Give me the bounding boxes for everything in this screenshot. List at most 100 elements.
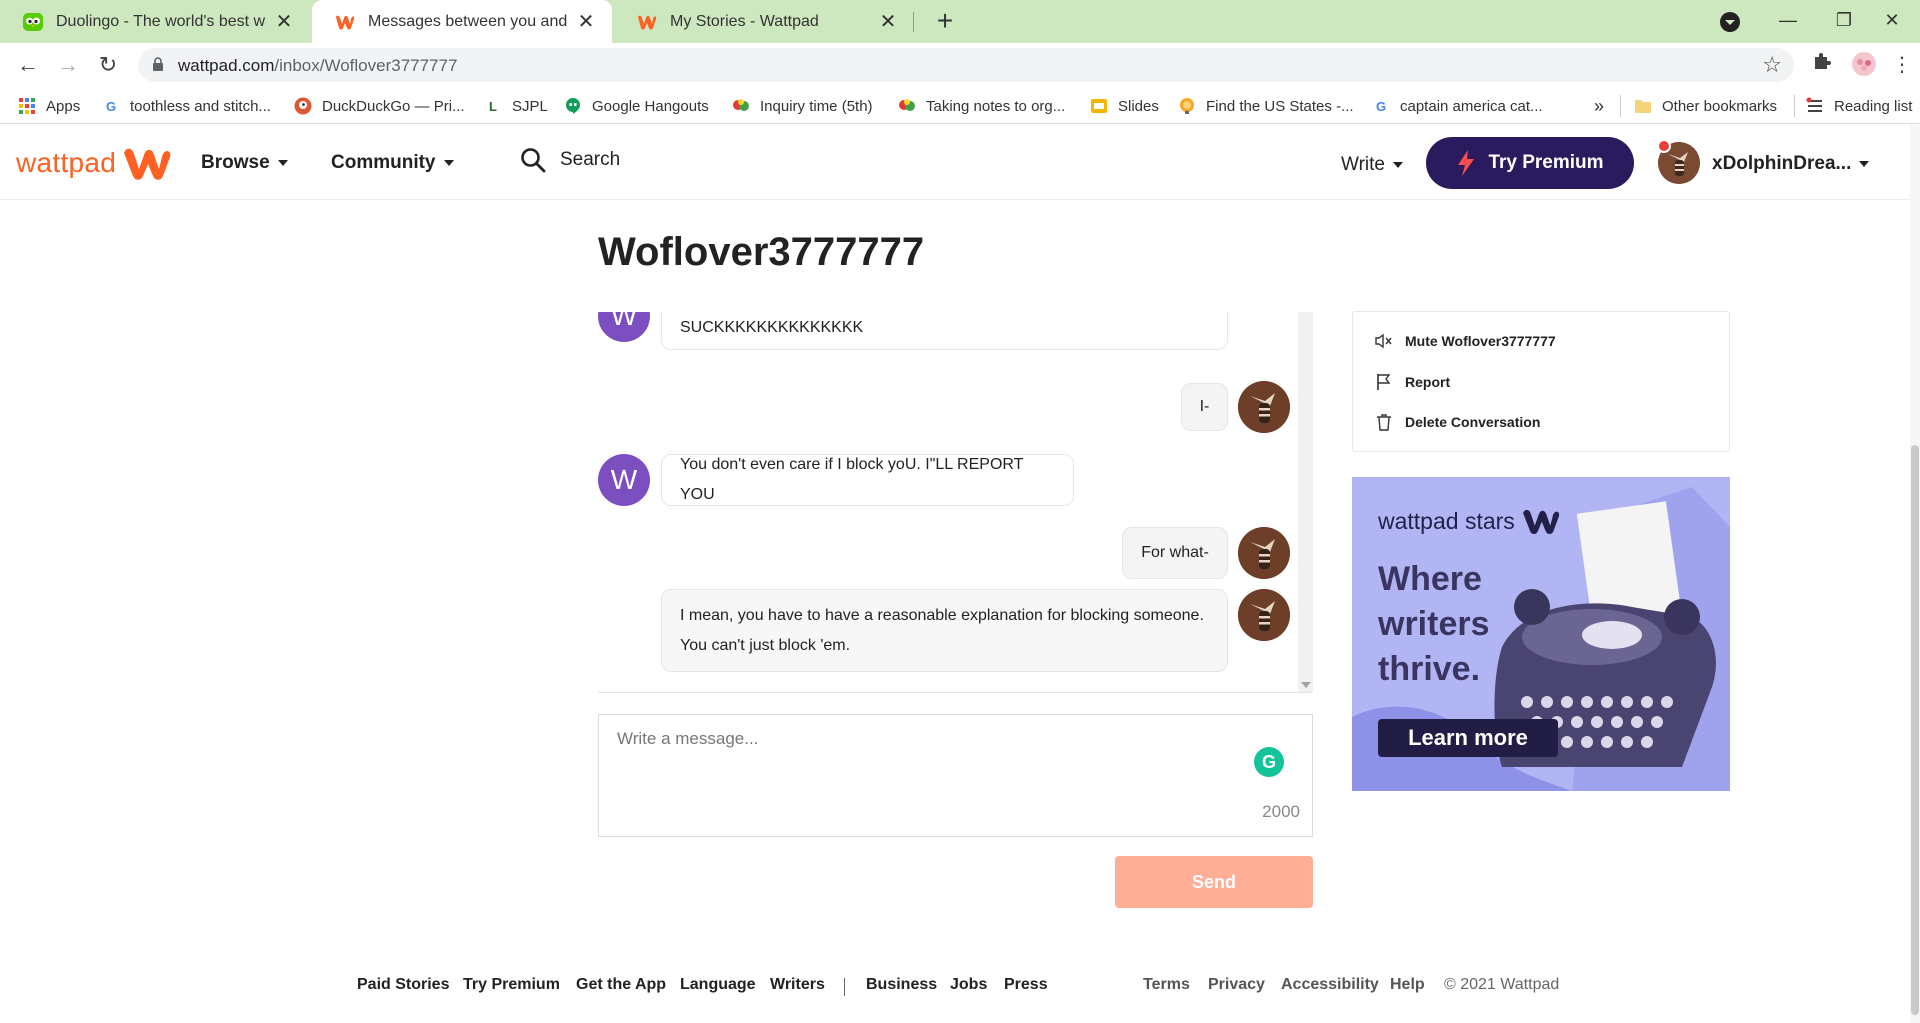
bookmark-label: toothless and stitch... bbox=[130, 97, 271, 115]
community-menu[interactable]: Community bbox=[331, 152, 454, 174]
wattpad-icon bbox=[636, 11, 658, 33]
report-label: Report bbox=[1405, 374, 1451, 390]
reading-list[interactable]: Reading list bbox=[1806, 95, 1912, 117]
close-tab-icon[interactable]: ✕ bbox=[878, 9, 898, 34]
thought-bubble-icon bbox=[898, 97, 916, 115]
footer-link-press[interactable]: Press bbox=[1004, 976, 1048, 994]
bookmark-star-icon[interactable]: ☆ bbox=[1762, 52, 1782, 78]
chrome-menu-icon[interactable]: ⋮ bbox=[1888, 51, 1916, 79]
minimize-icon[interactable]: — bbox=[1760, 0, 1816, 43]
close-tab-icon[interactable]: ✕ bbox=[576, 9, 596, 34]
notification-badge bbox=[1657, 139, 1671, 153]
footer-link-privacy[interactable]: Privacy bbox=[1208, 976, 1265, 994]
footer-link-help[interactable]: Help bbox=[1390, 976, 1425, 994]
wattpad-w-icon bbox=[124, 148, 171, 180]
bookmark-label: Inquiry time (5th) bbox=[760, 97, 873, 115]
grammarly-icon[interactable]: G bbox=[1254, 747, 1284, 777]
bookmark-sjpl[interactable]: L SJPL bbox=[484, 95, 548, 117]
lightning-bolt-icon bbox=[1456, 150, 1476, 176]
bookmark-label: captain america cat... bbox=[1400, 97, 1543, 115]
close-tab-icon[interactable]: ✕ bbox=[274, 9, 294, 34]
footer-link-jobs[interactable]: Jobs bbox=[950, 976, 987, 994]
site-search[interactable]: Search bbox=[520, 147, 620, 173]
bookmark-other[interactable]: Other bookmarks bbox=[1634, 95, 1777, 117]
my-avatar[interactable] bbox=[1238, 589, 1290, 641]
close-window-icon[interactable]: ✕ bbox=[1864, 0, 1920, 43]
folder-icon bbox=[1634, 97, 1652, 115]
user-menu[interactable]: xDolphinDrea... bbox=[1712, 153, 1870, 175]
message-text: You don't even care if I block yoU. I"LL… bbox=[680, 456, 1024, 503]
reload-icon[interactable]: ↻ bbox=[92, 49, 124, 81]
my-avatar[interactable] bbox=[1238, 381, 1290, 433]
chevron-down-icon bbox=[277, 160, 288, 166]
search-label: Search bbox=[560, 149, 621, 170]
bookmark-toothless[interactable]: G toothless and stitch... bbox=[102, 95, 271, 117]
tab-duolingo[interactable]: Duolingo - The world's best way ✕ bbox=[0, 0, 310, 43]
message-input[interactable] bbox=[599, 715, 1312, 836]
delete-option[interactable]: Delete Conversation bbox=[1375, 410, 1540, 434]
forward-icon[interactable]: → bbox=[52, 49, 84, 81]
tab-title: Duolingo - The world's best way bbox=[56, 12, 266, 30]
write-menu[interactable]: Write bbox=[1341, 154, 1403, 176]
bookmark-taking-notes[interactable]: Taking notes to org... bbox=[898, 95, 1065, 117]
bookmark-label: Taking notes to org... bbox=[926, 97, 1066, 115]
scroll-down-arrow-icon[interactable] bbox=[1301, 682, 1311, 688]
bookmark-apps[interactable]: Apps bbox=[18, 95, 80, 117]
bookmark-label: Find the US States -... bbox=[1206, 97, 1354, 115]
footer-link-writers[interactable]: Writers bbox=[770, 976, 825, 994]
footer-link-paid-stories[interactable]: Paid Stories bbox=[357, 976, 449, 994]
send-button[interactable]: Send bbox=[1115, 856, 1313, 908]
delete-label: Delete Conversation bbox=[1405, 414, 1541, 430]
message-thread[interactable]: W SUCKKKKKKKKKKKKKK I- W You don't even … bbox=[598, 312, 1313, 692]
bookmark-us-states[interactable]: Find the US States -... bbox=[1178, 95, 1354, 117]
thread-divider bbox=[598, 692, 1313, 693]
bookmark-label: Slides bbox=[1118, 97, 1159, 115]
learn-more-button[interactable]: Learn more bbox=[1378, 719, 1558, 757]
tab-my-stories[interactable]: My Stories - Wattpad ✕ bbox=[614, 0, 914, 43]
wattpad-logo[interactable]: wattpad bbox=[16, 145, 172, 181]
footer-link-get-the-app[interactable]: Get the App bbox=[576, 976, 666, 994]
ad-brand-text: wattpad stars bbox=[1378, 507, 1515, 534]
thought-bubble-icon bbox=[732, 97, 750, 115]
footer-link-try-premium[interactable]: Try Premium bbox=[463, 976, 560, 994]
bookmark-slides[interactable]: Slides bbox=[1090, 95, 1159, 117]
bookmark-label: Reading list bbox=[1834, 97, 1913, 115]
page-scrollbar-thumb[interactable] bbox=[1911, 445, 1919, 1015]
partner-avatar[interactable]: W bbox=[598, 312, 650, 342]
url-host: wattpad.com bbox=[178, 56, 275, 75]
bookmarks-overflow-icon[interactable]: » bbox=[1594, 95, 1604, 117]
bookmark-duckduckgo[interactable]: DuckDuckGo — Pri... bbox=[294, 95, 465, 117]
bookmark-hangouts[interactable]: Google Hangouts bbox=[564, 95, 709, 117]
footer-link-accessibility[interactable]: Accessibility bbox=[1281, 976, 1379, 994]
tab-messages[interactable]: Messages between you and Wof ✕ bbox=[312, 0, 612, 43]
apps-grid-icon bbox=[18, 97, 36, 115]
address-bar[interactable]: wattpad.com/inbox/Woflover3777777 ☆ bbox=[138, 48, 1794, 82]
report-option[interactable]: Report bbox=[1375, 370, 1450, 394]
mute-option[interactable]: Mute Woflover3777777 bbox=[1375, 329, 1556, 353]
thread-scrollbar[interactable] bbox=[1298, 312, 1313, 692]
logo-wordmark: wattpad bbox=[16, 147, 117, 178]
ad-brand: wattpad stars bbox=[1378, 507, 1561, 535]
tab-search-icon[interactable] bbox=[1720, 12, 1740, 32]
footer-link-terms[interactable]: Terms bbox=[1143, 976, 1190, 994]
back-icon[interactable]: ← bbox=[12, 49, 44, 81]
my-avatar[interactable] bbox=[1238, 527, 1290, 579]
footer-link-business[interactable]: Business bbox=[866, 976, 937, 994]
try-premium-button[interactable]: Try Premium bbox=[1426, 137, 1634, 189]
sjpl-icon: L bbox=[489, 98, 497, 114]
footer-link-language[interactable]: Language bbox=[680, 976, 756, 994]
reading-list-icon bbox=[1806, 97, 1824, 115]
wattpad-stars-ad[interactable]: wattpad stars Where writers thrive. Lear… bbox=[1352, 477, 1730, 791]
new-tab-icon[interactable]: + bbox=[928, 4, 962, 38]
bookmark-inquiry[interactable]: Inquiry time (5th) bbox=[732, 95, 873, 117]
extensions-puzzle-icon[interactable] bbox=[1808, 51, 1836, 79]
flag-icon bbox=[1375, 373, 1393, 391]
tab-separator bbox=[913, 12, 914, 32]
profile-avatar-icon[interactable] bbox=[1850, 51, 1878, 79]
bookmark-captain-america[interactable]: G captain america cat... bbox=[1372, 95, 1543, 117]
site-header: wattpad Browse Community Search Write Tr… bbox=[0, 125, 1910, 200]
partner-initial: W bbox=[610, 312, 638, 331]
browse-menu[interactable]: Browse bbox=[201, 152, 288, 174]
page-scrollbar[interactable] bbox=[1910, 125, 1920, 1023]
partner-avatar[interactable]: W bbox=[598, 454, 650, 506]
